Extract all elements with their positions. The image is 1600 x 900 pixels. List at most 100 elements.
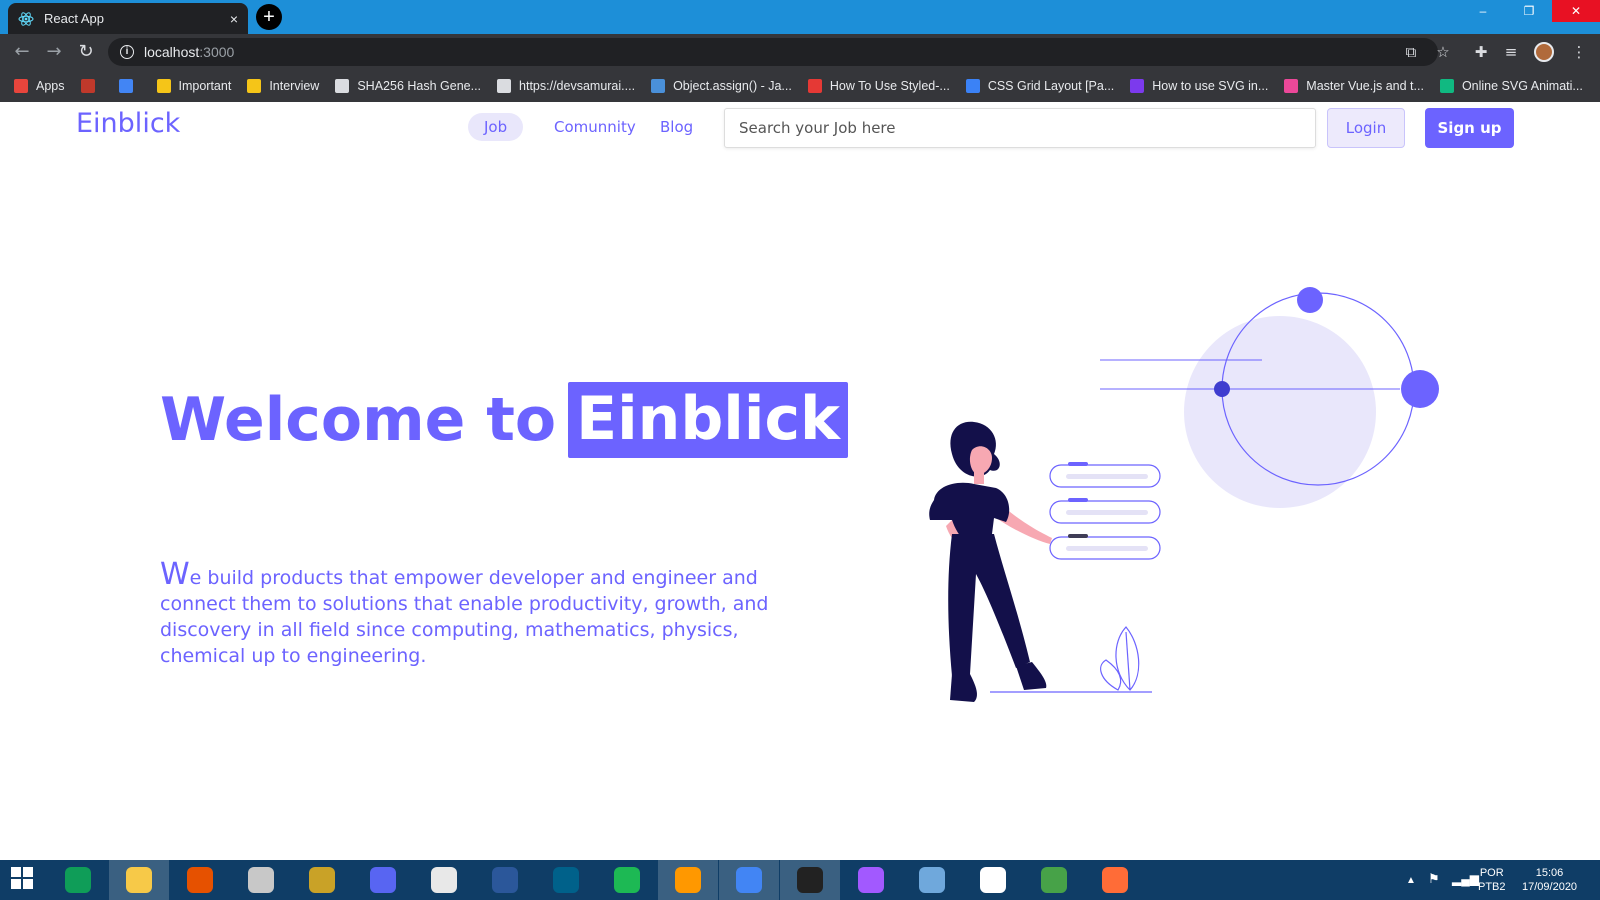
site-info-icon[interactable]: i <box>120 45 134 59</box>
bookmark-star-icon[interactable]: ☆ <box>1432 41 1454 63</box>
bookmark-label: Master Vue.js and t... <box>1306 79 1424 93</box>
league-of-legends-icon-glyph <box>309 867 335 893</box>
bookmark-item[interactable]: How To Use Styled-... <box>807 79 950 93</box>
woman-figure <box>929 421 1052 702</box>
windows-start-icon[interactable] <box>0 860 48 900</box>
translate-icon[interactable]: ⧉ <box>1400 41 1422 63</box>
bookmark-item[interactable]: Interview <box>247 79 319 93</box>
calculator-icon[interactable] <box>48 860 108 900</box>
figma-icon[interactable] <box>841 860 901 900</box>
spotify-icon-glyph <box>614 867 640 893</box>
orbit-dot-right <box>1401 370 1439 408</box>
bookmark-item[interactable]: Online SVG Animati... <box>1439 79 1583 93</box>
react-icon <box>18 11 34 27</box>
tray-chevron-icon[interactable]: ▲ <box>1406 874 1416 888</box>
browser-toolbar: ← → ↻ i localhost:3000 ⧉ ☆ ✚ ≡ ⋮ <box>0 34 1600 70</box>
grid-site-icon <box>965 79 980 93</box>
job-search-input[interactable] <box>724 108 1316 148</box>
bookmark-item[interactable]: Master Vue.js and t... <box>1284 79 1424 93</box>
tray-flag-icon[interactable]: ⚑ <box>1428 872 1440 886</box>
file-explorer-icon-glyph <box>126 867 152 893</box>
language-bottom: PTB2 <box>1478 881 1506 893</box>
chrome-icon[interactable] <box>719 860 779 900</box>
postman-icon-glyph <box>1102 867 1128 893</box>
input-language[interactable]: POR PTB2 <box>1478 866 1506 894</box>
orbit-dot-top <box>1297 287 1323 313</box>
bookmark-label: Object.assign() - Ja... <box>673 79 792 93</box>
slack-icon[interactable] <box>414 860 474 900</box>
paint-icon[interactable] <box>902 860 962 900</box>
sublime-text-icon[interactable] <box>658 860 718 900</box>
list-cards <box>1049 462 1161 560</box>
minimize-button[interactable]: – <box>1460 0 1506 22</box>
bookmark-label: How to use SVG in... <box>1152 79 1269 93</box>
bookmark-item[interactable]: Apps <box>14 79 65 93</box>
file-explorer-icon[interactable] <box>109 860 169 900</box>
postman-icon[interactable] <box>1085 860 1145 900</box>
notion-icon-glyph <box>980 867 1006 893</box>
clock-date: 17/09/2020 <box>1522 881 1578 893</box>
menu-kebab-icon[interactable]: ⋮ <box>1568 41 1590 63</box>
hero-illustration <box>929 287 1439 702</box>
signup-button[interactable]: Sign up <box>1425 108 1514 148</box>
bookmark-item[interactable]: SHA256 Hash Gene... <box>335 79 481 93</box>
mysql-workbench-icon[interactable] <box>536 860 596 900</box>
mysql-workbench-icon-glyph <box>553 867 579 893</box>
bookmark-item[interactable]: Important <box>156 79 231 93</box>
nav-link-job[interactable]: Job <box>468 113 524 141</box>
forward-icon[interactable]: → <box>42 40 66 64</box>
discord-icon[interactable] <box>353 860 413 900</box>
plant-icon <box>1100 626 1140 691</box>
back-icon[interactable]: ← <box>10 40 34 64</box>
extensions-icon[interactable]: ✚ <box>1470 41 1492 63</box>
bookmark-item[interactable] <box>80 79 103 93</box>
folder-icon <box>156 79 171 93</box>
notion-icon[interactable] <box>963 860 1023 900</box>
media-queue-icon[interactable]: ≡ <box>1500 41 1522 63</box>
bookmark-label: CSS Grid Layout [Pa... <box>987 79 1115 93</box>
url-port: :3000 <box>199 44 235 60</box>
google-translate-icon <box>118 79 133 93</box>
reload-icon[interactable]: ↻ <box>74 40 98 64</box>
url-host: localhost <box>144 44 200 60</box>
word-icon[interactable] <box>475 860 535 900</box>
address-bar[interactable]: i localhost:3000 <box>108 38 1438 66</box>
globe-icon <box>335 79 350 93</box>
bookmark-item[interactable]: Object.assign() - Ja... <box>651 79 792 93</box>
snipping-tool-icon[interactable] <box>231 860 291 900</box>
apps-grid-icon <box>14 79 28 93</box>
restore-button[interactable]: ❐ <box>1506 0 1552 22</box>
windows-taskbar: ▲ ⚑ ▂▄▆ POR PTB2 15:06 17/09/2020 <box>0 860 1600 900</box>
hero-title: Welcome to Einblick <box>160 382 848 458</box>
close-window-button[interactable]: ✕ <box>1552 0 1600 22</box>
hero-description-initial: W <box>160 557 190 592</box>
orbit-dot-left <box>1214 381 1230 397</box>
feather-icon <box>1130 79 1145 93</box>
mongodb-icon[interactable] <box>1024 860 1084 900</box>
tab-close-icon[interactable]: × <box>230 11 238 27</box>
spotify-icon[interactable] <box>597 860 657 900</box>
new-tab-button[interactable]: + <box>256 4 282 30</box>
league-of-legends-icon[interactable] <box>292 860 352 900</box>
paint-icon-glyph <box>919 867 945 893</box>
hero-title-prefix: Welcome to <box>160 385 557 455</box>
bookmark-label: SHA256 Hash Gene... <box>357 79 482 93</box>
chrome-icon-glyph <box>736 867 762 893</box>
bookmark-item[interactable] <box>118 79 141 93</box>
discord-icon-glyph <box>370 867 396 893</box>
bookmark-item[interactable]: https://devsamurai.... <box>497 79 635 93</box>
vue-mastery-icon <box>1284 79 1299 93</box>
profile-avatar[interactable] <box>1534 42 1554 62</box>
bookmark-item[interactable]: How to use SVG in... <box>1130 79 1268 93</box>
matlab-icon[interactable] <box>170 860 230 900</box>
nav-link-comunnity[interactable]: Comunnity <box>538 113 652 141</box>
clock[interactable]: 15:06 17/09/2020 <box>1522 866 1577 894</box>
bookmark-item[interactable]: CSS Grid Layout [Pa... <box>965 79 1115 93</box>
terminal-icon[interactable] <box>780 860 840 900</box>
nav-link-blog[interactable]: Blog <box>644 113 709 141</box>
network-signal-icon[interactable]: ▂▄▆ <box>1452 872 1479 886</box>
brand-logo[interactable]: Einblick <box>76 108 180 139</box>
login-button[interactable]: Login <box>1327 108 1405 148</box>
matlab-icon-glyph <box>187 867 213 893</box>
browser-tab[interactable]: React App × <box>8 3 248 34</box>
